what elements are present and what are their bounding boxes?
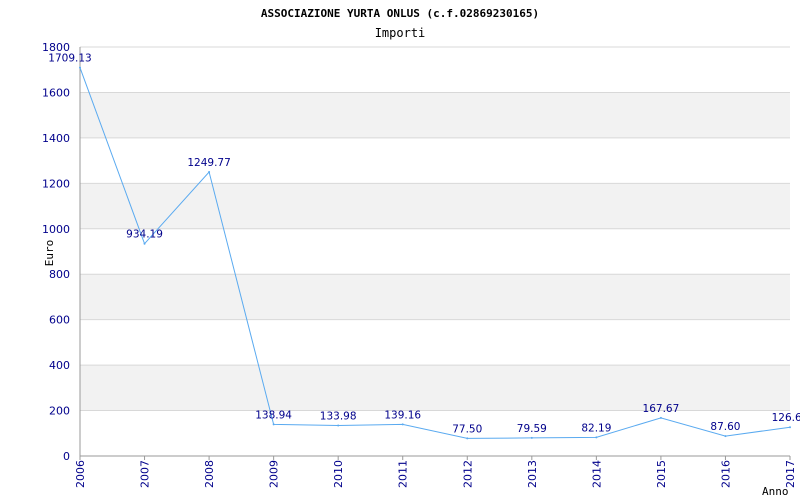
y-tick-label: 0 [63, 450, 70, 463]
data-point [466, 437, 469, 440]
x-tick-label: 2013 [526, 460, 539, 488]
x-tick-label: 2012 [461, 460, 474, 488]
data-label: 126.63 [772, 412, 800, 424]
x-tick-label: 2017 [784, 460, 797, 488]
data-label: 133.98 [320, 411, 357, 423]
chart-subtitle: Importi [375, 26, 426, 40]
y-tick-label: 200 [49, 405, 70, 418]
x-tick-label: 2016 [719, 460, 732, 488]
y-tick-label: 600 [49, 314, 70, 327]
data-label: 1249.77 [187, 157, 230, 169]
y-tick-label: 400 [49, 359, 70, 372]
y-axis-label: Euro [43, 240, 56, 267]
x-tick-label: 2007 [139, 460, 152, 488]
data-label: 138.94 [255, 409, 292, 421]
grid-band [80, 365, 790, 411]
data-point [530, 436, 533, 439]
data-point [789, 426, 791, 429]
data-point [272, 423, 275, 426]
data-point [659, 416, 662, 419]
data-point [337, 424, 340, 427]
x-tick-label: 2015 [655, 460, 668, 488]
x-tick-label: 2010 [332, 460, 345, 488]
chart-title: ASSOCIAZIONE YURTA ONLUS (c.f.0286923016… [261, 7, 539, 20]
data-point [79, 66, 81, 69]
grid-band [80, 92, 790, 138]
data-point [724, 435, 727, 438]
x-axis-label: Anno [762, 485, 789, 498]
x-tick-label: 2006 [74, 460, 87, 488]
data-label: 87.60 [710, 421, 740, 433]
data-label: 139.16 [384, 409, 421, 421]
x-tick-label: 2008 [203, 460, 216, 488]
data-label: 82.19 [581, 422, 611, 434]
x-tick-label: 2011 [397, 460, 410, 488]
y-tick-label: 1200 [42, 177, 70, 190]
x-tick-label: 2009 [268, 460, 281, 488]
grid-bands [80, 92, 790, 411]
grid-band [80, 183, 790, 229]
data-point [208, 171, 211, 174]
data-label: 167.67 [643, 403, 680, 415]
data-label: 77.50 [452, 423, 482, 435]
x-tick-label: 2014 [590, 460, 603, 488]
y-tick-label: 1600 [42, 86, 70, 99]
y-tick-label: 1400 [42, 132, 70, 145]
line-chart: 020040060080010001200140016001800 2006 20… [42, 7, 800, 498]
data-point [595, 436, 598, 439]
data-label: 934.19 [126, 229, 163, 241]
data-point [143, 242, 146, 245]
x-tick-labels: 2006 2007 2008 2009 2010 2011 2012 2013 2014 2015… [74, 460, 797, 488]
data-point [401, 423, 404, 426]
data-label: 79.59 [517, 423, 547, 435]
data-label: 1709.13 [48, 53, 91, 65]
grid-band [80, 274, 790, 320]
y-tick-label: 1000 [42, 223, 70, 236]
y-tick-label: 800 [49, 268, 70, 281]
